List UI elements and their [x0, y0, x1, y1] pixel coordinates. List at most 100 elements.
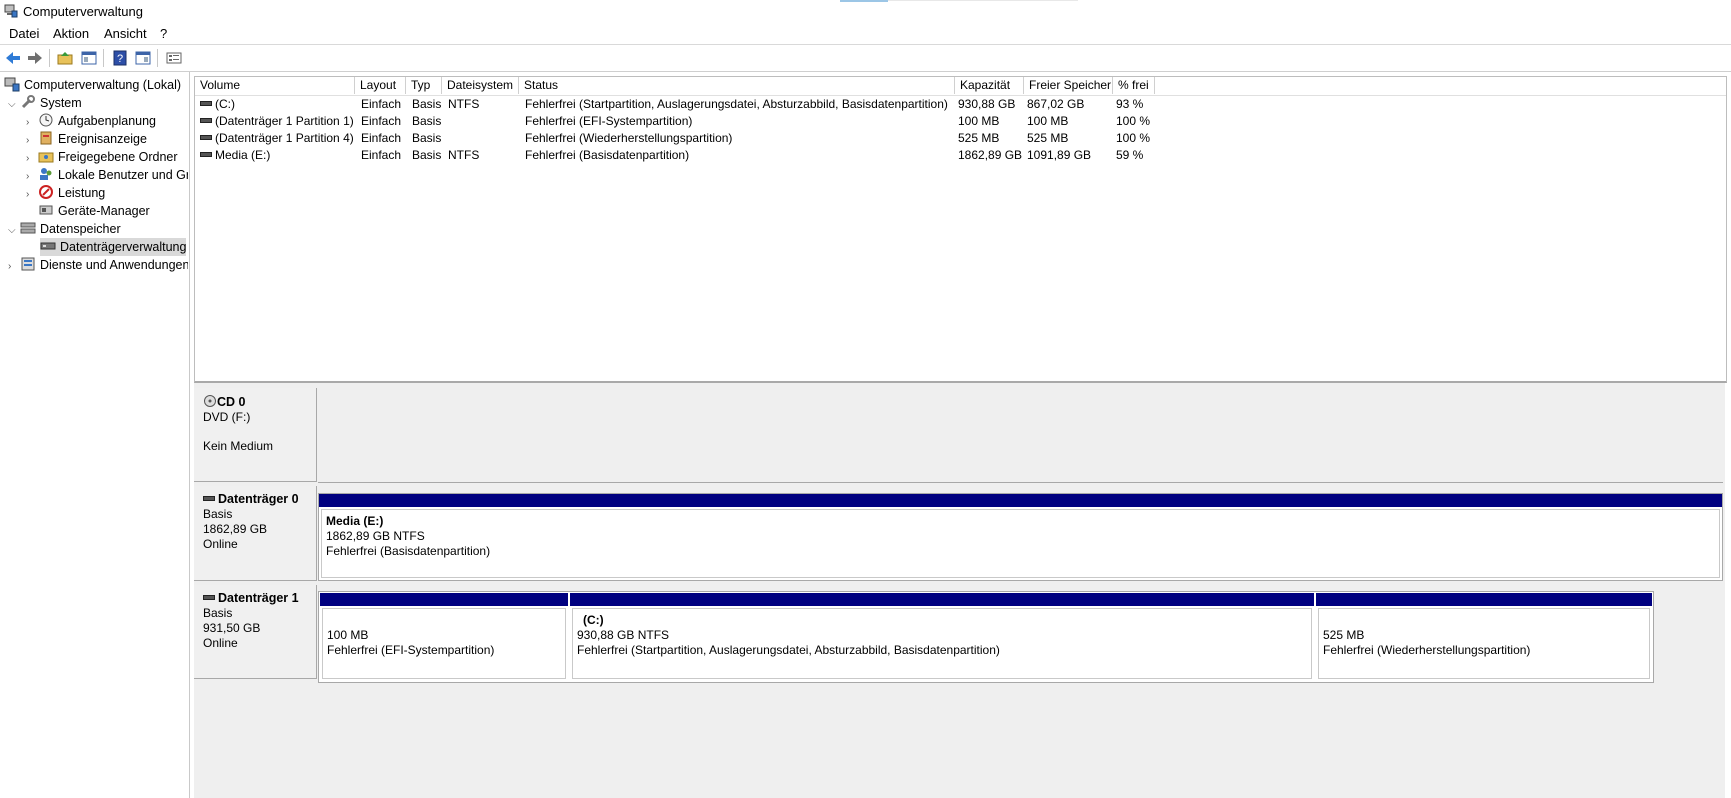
disk-type: Basis: [203, 507, 233, 521]
tree-item-datenspeicher[interactable]: ⌵ Datenspeicher: [8, 220, 121, 238]
help-icon[interactable]: ?: [111, 49, 129, 67]
volume-list-header: Volume Layout Typ Dateisystem Status Kap…: [195, 77, 1726, 96]
status-cell: Fehlerfrei (Wiederherstellungspartition): [525, 131, 733, 145]
tree-item-freigegebene-ordner[interactable]: › Freigegebene Ordner: [26, 148, 178, 166]
show-hide-action-pane-icon[interactable]: [134, 49, 152, 67]
partition-details: 525 MB Fehlerfrei (Wiederherstellungspar…: [1318, 608, 1650, 679]
tree-item-lokale-benutzer[interactable]: › Lokale Benutzer und Gr: [26, 166, 188, 184]
shared-folder-icon: [38, 152, 54, 163]
capacity-cell: 100 MB: [958, 114, 1000, 128]
volume-list: Volume Layout Typ Dateisystem Status Kap…: [194, 76, 1727, 383]
col-header-volume[interactable]: Volume: [195, 77, 355, 94]
tree-label-ereignisanzeige: Ereignisanzeige: [58, 132, 147, 146]
volume-row[interactable]: (C:) Einfach Basis NTFS Fehlerfrei (Star…: [195, 96, 1726, 113]
volume-name: (Datenträger 1 Partition 1): [215, 114, 354, 128]
fs-cell: NTFS: [448, 148, 480, 162]
partition-size: 525 MB: [1323, 628, 1365, 642]
window-title: Computerverwaltung: [23, 4, 143, 19]
col-header-typ[interactable]: Typ: [406, 77, 442, 94]
disk-state: Online: [203, 636, 238, 650]
partition-details: (C:) 930,88 GB NTFS Fehlerfrei (Startpar…: [572, 608, 1312, 679]
partition-media-e[interactable]: Media (E:) 1862,89 GB NTFS Fehlerfrei (B…: [318, 493, 1723, 581]
properties-icon[interactable]: [165, 49, 183, 67]
partition-status: Fehlerfrei (Basisdatenpartition): [326, 544, 491, 558]
disk-management-icon: [40, 242, 56, 250]
tree-item-geraete-manager[interactable]: Geräte-Manager: [38, 202, 150, 220]
storage-icon: [20, 222, 36, 234]
free-space-cell: 867,02 GB: [1027, 97, 1085, 111]
disk-size: 931,50 GB: [203, 621, 261, 635]
capacity-cell: 930,88 GB: [958, 97, 1016, 111]
menu-ansicht[interactable]: Ansicht: [104, 26, 147, 41]
percent-free-cell: 100 %: [1116, 131, 1151, 145]
menu-datei[interactable]: Datei: [9, 26, 39, 41]
col-header-layout[interactable]: Layout: [355, 77, 406, 94]
tree-label-root: Computerverwaltung (Lokal): [24, 78, 182, 92]
navigation-tree: Computerverwaltung (Lokal) ⌵ System › Aufg…: [0, 72, 190, 798]
disk-icon: [203, 496, 215, 501]
typ-cell: Basis: [412, 97, 442, 111]
partition-details: 100 MB Fehlerfrei (EFI-Systempartition): [322, 608, 566, 679]
partition-c[interactable]: (C:) 930,88 GB NTFS Fehlerfrei (Startpar…: [570, 593, 1314, 681]
typ-cell: Basis: [412, 114, 442, 128]
title-accent-line: [888, 0, 1078, 1]
disk-state: Online: [203, 537, 238, 551]
free-space-cell: 525 MB: [1027, 131, 1069, 145]
forward-arrow-icon[interactable]: [26, 49, 44, 67]
tree-label-datentraegerverwaltung: Datenträgerverwaltung: [60, 240, 187, 254]
disk-name: CD 0: [217, 395, 246, 409]
disk-label-disk1[interactable]: Datenträger 1 Basis 931,50 GB Online: [194, 585, 317, 679]
partition-status: Fehlerfrei (EFI-Systempartition): [327, 643, 495, 657]
volume-icon: [200, 152, 212, 157]
tree-label-datenspeicher: Datenspeicher: [40, 222, 121, 236]
partition-efi[interactable]: 100 MB Fehlerfrei (EFI-Systempartition): [320, 593, 568, 681]
event-viewer-icon: [40, 131, 52, 145]
partition-size: 100 MB: [327, 628, 369, 642]
percent-free-cell: 59 %: [1116, 148, 1144, 162]
volume-icon: [200, 101, 212, 106]
chevron-down-icon[interactable]: ⌵: [8, 96, 20, 114]
partition-recovery[interactable]: 525 MB Fehlerfrei (Wiederherstellungspar…: [1316, 593, 1652, 681]
disk-label-disk0[interactable]: Datenträger 0 Basis 1862,89 GB Online: [194, 486, 317, 581]
up-folder-icon[interactable]: [56, 49, 74, 67]
volume-row[interactable]: (Datenträger 1 Partition 1) Einfach Basi…: [195, 113, 1726, 130]
col-header-status[interactable]: Status: [519, 77, 955, 94]
col-header-prozent-frei[interactable]: % frei: [1113, 77, 1155, 94]
col-header-kapazitaet[interactable]: Kapazität: [955, 77, 1024, 94]
disk-drive: DVD (F:): [203, 410, 251, 424]
partition-status: Fehlerfrei (Wiederherstellungspartition): [1323, 643, 1531, 657]
menu-aktion[interactable]: Aktion: [53, 26, 89, 41]
back-arrow-icon[interactable]: [4, 49, 22, 67]
typ-cell: Basis: [412, 148, 442, 162]
partition-title: [327, 613, 561, 628]
menu-help[interactable]: ?: [160, 26, 167, 41]
partition-title: Media (E:): [326, 514, 384, 528]
disk-label-cd0[interactable]: CD 0 DVD (F:) Kein Medium: [194, 388, 317, 482]
col-header-freier-speicher[interactable]: Freier Speicher: [1024, 77, 1113, 94]
tree-item-root[interactable]: Computerverwaltung (Lokal): [4, 76, 181, 94]
volume-cell: (Datenträger 1 Partition 1): [200, 113, 354, 130]
partition-title: [1323, 613, 1645, 628]
tree-item-system[interactable]: ⌵ System: [8, 94, 82, 112]
tree-item-datentraegerverwaltung[interactable]: Datenträgerverwaltung: [40, 238, 186, 256]
device-manager-icon: [39, 205, 53, 215]
tree-item-dienste[interactable]: › Dienste und Anwendungen: [8, 256, 188, 274]
cd0-empty-area: [318, 388, 1723, 483]
col-header-dateisystem[interactable]: Dateisystem: [442, 77, 519, 94]
tree-label-freigegebene-ordner: Freigegebene Ordner: [58, 150, 178, 164]
tree-label-system: System: [40, 96, 82, 110]
tree-item-leistung[interactable]: › Leistung: [26, 184, 105, 202]
status-cell: Fehlerfrei (EFI-Systempartition): [525, 114, 693, 128]
toolbar-separator: [49, 49, 50, 67]
chevron-right-icon[interactable]: ›: [26, 168, 38, 184]
tree-item-ereignisanzeige[interactable]: › Ereignisanzeige: [26, 130, 147, 148]
chevron-right-icon[interactable]: ›: [26, 186, 38, 204]
chevron-right-icon[interactable]: ›: [8, 258, 20, 274]
volume-row[interactable]: (Datenträger 1 Partition 4) Einfach Basi…: [195, 130, 1726, 147]
volume-row[interactable]: Media (E:) Einfach Basis NTFS Fehlerfrei…: [195, 147, 1726, 164]
tree-item-aufgabenplanung[interactable]: › Aufgabenplanung: [26, 112, 156, 130]
chevron-down-icon[interactable]: ⌵: [8, 222, 20, 240]
volume-cell: (Datenträger 1 Partition 4): [200, 130, 354, 147]
typ-cell: Basis: [412, 131, 442, 145]
show-hide-tree-icon[interactable]: [80, 49, 98, 67]
